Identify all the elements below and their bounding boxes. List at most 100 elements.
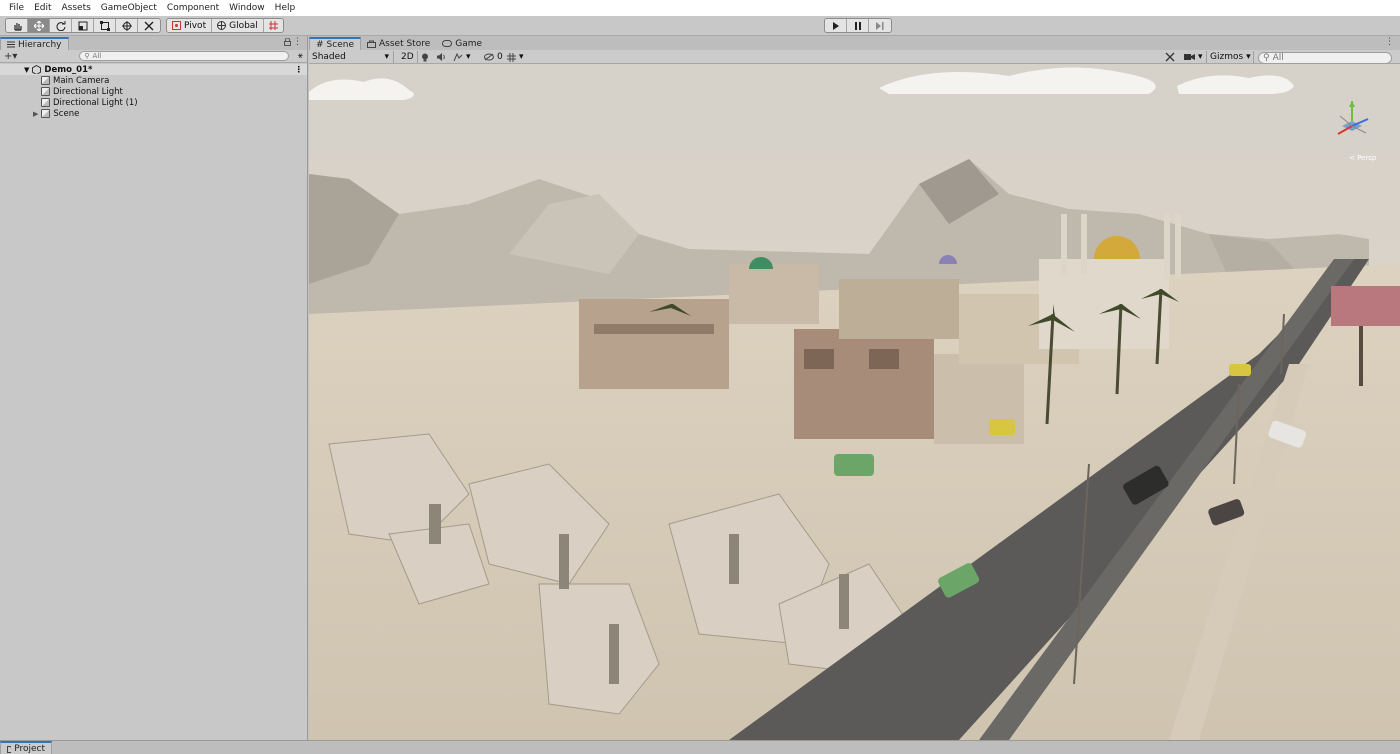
play-button[interactable] [825, 19, 847, 32]
scene-root-row[interactable]: ▼ Demo_01* ⋮ [0, 64, 307, 75]
step-icon [876, 21, 884, 30]
move-icon [33, 20, 44, 31]
camera-settings-dropdown[interactable]: ▾ [1184, 51, 1203, 63]
gameobject-icon [41, 87, 50, 96]
menu-component[interactable]: Component [162, 0, 224, 16]
pivot-global-group: Pivot Global [166, 18, 284, 33]
gameobject-icon [41, 98, 50, 107]
menu-file[interactable]: File [4, 0, 29, 16]
eye-slash-icon [484, 53, 494, 61]
shading-mode-value: Shaded [312, 52, 346, 62]
gizmos-dropdown[interactable]: Gizmos ▾ [1206, 51, 1254, 63]
scene-viewport[interactable]: < Persp [309, 64, 1400, 740]
search-icon: ⚲ [84, 52, 90, 60]
wrench-icon [1165, 52, 1175, 62]
effects-dropdown[interactable]: ▾ [453, 51, 471, 63]
custom-tool-button[interactable] [138, 19, 160, 32]
rotate-tool-button[interactable] [50, 19, 72, 32]
hand-icon [13, 22, 22, 31]
tab-hierarchy[interactable]: Hierarchy [0, 37, 69, 50]
chevron-down-icon: ▾ [1246, 52, 1251, 62]
tree-item[interactable]: Directional Light [0, 86, 307, 97]
scene-search-input[interactable]: ⚲ All [1258, 52, 1392, 64]
audio-toggle[interactable] [437, 51, 446, 63]
scene-visibility-icon[interactable]: ⚹ [298, 51, 303, 61]
hidden-count: 0 [497, 52, 503, 62]
tab-asset-store[interactable]: Asset Store [361, 37, 436, 50]
hierarchy-toolbar: +▾ ⚲ All ⚹ [0, 50, 307, 63]
scene-root-label: Demo_01* [44, 64, 93, 75]
grid-snap-icon [268, 21, 278, 30]
pivot-toggle[interactable]: Pivot [167, 19, 213, 32]
menu-help[interactable]: Help [270, 0, 301, 16]
hidden-objects-toggle[interactable]: 0 [484, 51, 503, 63]
tree-item[interactable]: Directional Light (1) [0, 97, 307, 108]
tab-project[interactable]: Project [0, 741, 52, 754]
panel-menu-icon[interactable]: ⋮ [293, 37, 302, 47]
project-panel: Project [0, 740, 1400, 754]
tab-scene-label: Scene [326, 39, 354, 50]
menu-edit[interactable]: Edit [29, 0, 56, 16]
panel-menu-icon[interactable]: ⋮ [1385, 37, 1394, 47]
chevron-down-icon: ▾ [519, 52, 524, 62]
tools-settings-button[interactable] [1165, 51, 1175, 63]
global-toggle[interactable]: Global [212, 19, 264, 32]
snap-button[interactable] [264, 19, 283, 32]
tree-item[interactable]: ▶ Scene [0, 108, 307, 119]
globe-icon [217, 21, 227, 30]
hand-tool-button[interactable] [6, 19, 28, 32]
scale-tool-button[interactable] [72, 19, 94, 32]
project-tab-label: Project [14, 743, 45, 754]
play-icon [832, 21, 839, 30]
scene-grid-icon: # [316, 39, 324, 50]
scene-gizmo-label[interactable]: < Persp [1349, 154, 1376, 162]
transform-tool-button[interactable] [116, 19, 138, 32]
menu-bar: File Edit Assets GameObject Component Wi… [0, 0, 1400, 16]
menu-window[interactable]: Window [224, 0, 270, 16]
chevron-right-icon[interactable]: ▶ [33, 110, 38, 118]
grid-icon [507, 52, 516, 62]
tools-icon [144, 21, 154, 30]
menu-gameobject[interactable]: GameObject [96, 0, 162, 16]
row-menu-icon[interactable]: ⋮ [295, 65, 304, 75]
transform-tools [5, 18, 161, 33]
tree-item[interactable]: Main Camera [0, 75, 307, 86]
grid-visibility-dropdown[interactable]: ▾ [507, 51, 524, 63]
lightbulb-icon [422, 53, 428, 61]
main-toolbar: Pivot Global [0, 16, 1400, 36]
scene-panel: # Scene Asset Store Game ⋮ Shaded ▾ 2D ▾ [309, 36, 1400, 740]
tree-item-label: Directional Light [53, 86, 123, 97]
pivot-label: Pivot [184, 20, 207, 31]
search-placeholder: All [92, 52, 102, 60]
step-button[interactable] [869, 19, 891, 32]
tab-asset-store-label: Asset Store [379, 38, 431, 49]
gizmos-label: Gizmos [1210, 52, 1244, 62]
pause-button[interactable] [847, 19, 869, 32]
global-label: Global [229, 20, 258, 31]
chevron-down-icon: ▾ [466, 52, 471, 62]
rect-icon [99, 20, 110, 31]
create-add-button[interactable]: +▾ [4, 51, 17, 62]
move-tool-button[interactable] [28, 19, 50, 32]
transform-icon [121, 20, 132, 31]
shading-mode-dropdown[interactable]: Shaded ▾ [312, 51, 394, 63]
rect-tool-button[interactable] [94, 19, 116, 32]
chevron-down-icon: ▾ [384, 52, 389, 62]
search-icon: ⚲ [1263, 53, 1270, 63]
toggle-2d-button[interactable]: 2D [398, 51, 418, 63]
gameobject-icon [41, 109, 51, 118]
hierarchy-panel: Hierarchy ⋮ +▾ ⚲ All ⚹ ▼ Demo_01* ⋮ Main… [0, 36, 308, 740]
rotate-icon [56, 20, 65, 31]
tab-game[interactable]: Game [436, 37, 488, 50]
list-icon [7, 41, 15, 48]
chevron-down-icon[interactable]: ▼ [24, 66, 29, 74]
lighting-toggle[interactable] [421, 51, 429, 63]
lock-icon[interactable] [284, 37, 291, 49]
tree-item-label: Scene [53, 108, 80, 119]
hierarchy-search-input[interactable]: ⚲ All [79, 51, 290, 61]
tab-scene[interactable]: # Scene [309, 37, 361, 50]
gameobject-icon [41, 76, 50, 85]
desert-city-scene-render [309, 64, 1400, 740]
menu-assets[interactable]: Assets [57, 0, 96, 16]
speaker-icon [437, 53, 445, 61]
